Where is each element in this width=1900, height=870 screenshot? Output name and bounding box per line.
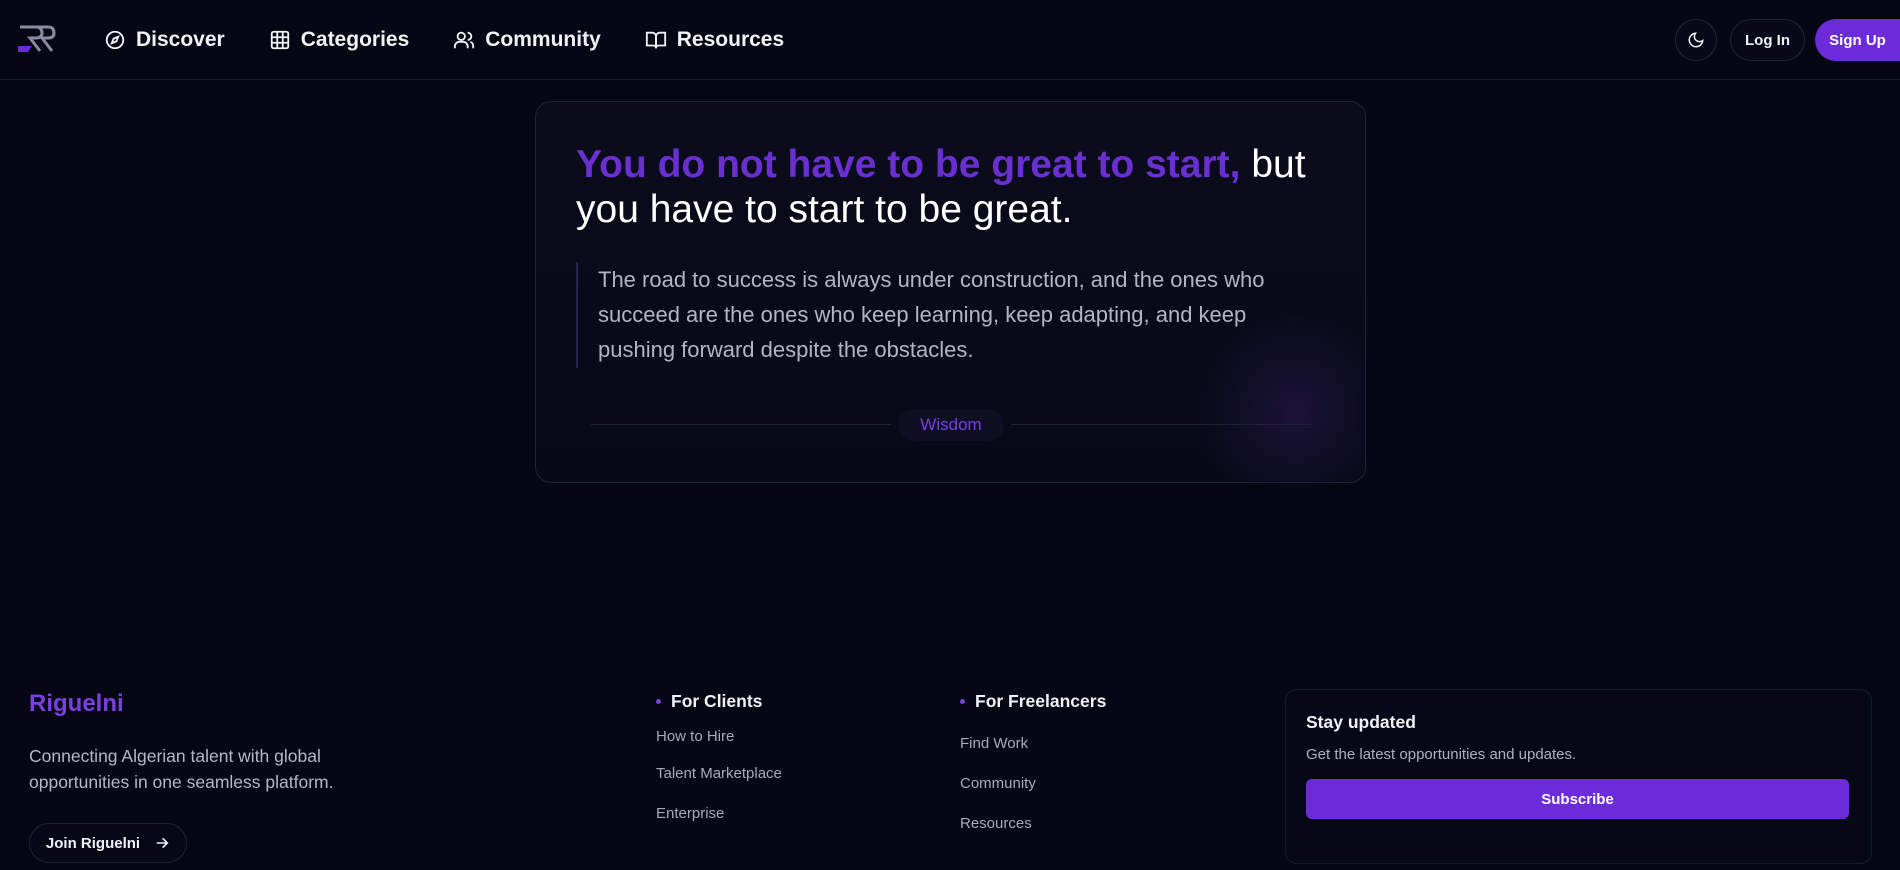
login-button[interactable]: Log In bbox=[1730, 19, 1805, 61]
divider-right bbox=[1011, 424, 1311, 425]
freelancers-title: For Freelancers bbox=[960, 690, 1106, 712]
footer-brand: Riguelni bbox=[29, 690, 124, 717]
nav-resources[interactable]: Resources bbox=[645, 22, 784, 58]
link-how-to-hire[interactable]: How to Hire bbox=[656, 728, 734, 745]
newsletter-title: Stay updated bbox=[1306, 712, 1416, 732]
nav-discover[interactable]: Discover bbox=[104, 22, 225, 58]
freelancers-title-label: For Freelancers bbox=[975, 690, 1107, 711]
quote-title: You do not have to be great to start, bu… bbox=[576, 142, 1336, 232]
link-find-work[interactable]: Find Work bbox=[960, 735, 1028, 752]
divider-left bbox=[591, 424, 891, 425]
join-button[interactable]: Join Riguelni bbox=[29, 823, 187, 863]
nav-discover-label: Discover bbox=[136, 28, 225, 51]
nav-community-label: Community bbox=[485, 28, 601, 51]
nav-community[interactable]: Community bbox=[453, 22, 601, 58]
newsletter-description: Get the latest opportunities and updates… bbox=[1306, 746, 1577, 763]
newsletter-box: Stay updated Get the latest opportunitie… bbox=[1285, 689, 1872, 864]
bullet-dot bbox=[656, 698, 661, 704]
freelancers-column: For Freelancers Find Work Community Reso… bbox=[960, 690, 1106, 832]
join-button-label: Join Riguelni bbox=[45, 834, 141, 852]
top-navbar: Discover Categories Community Resources … bbox=[0, 0, 1900, 80]
moon-icon bbox=[1688, 32, 1704, 48]
link-talent-marketplace[interactable]: Talent Marketplace bbox=[656, 765, 782, 782]
subscribe-button[interactable]: Subscribe bbox=[1306, 779, 1849, 819]
grid-icon bbox=[270, 30, 289, 50]
users-icon bbox=[454, 31, 475, 49]
nav-categories[interactable]: Categories bbox=[269, 22, 410, 58]
footer-description: Connecting Algerian talent with global o… bbox=[29, 746, 334, 792]
link-enterprise[interactable]: Enterprise bbox=[656, 805, 724, 822]
theme-toggle-button[interactable] bbox=[1675, 19, 1717, 61]
arrow-right-icon bbox=[156, 837, 169, 849]
rr-logo-icon[interactable] bbox=[18, 24, 56, 54]
bullet-dot bbox=[960, 698, 965, 704]
clients-column: For Clients How to Hire Talent Marketpla… bbox=[656, 690, 782, 822]
clients-title: For Clients bbox=[656, 690, 762, 712]
link-resources[interactable]: Resources bbox=[960, 815, 1032, 832]
nav-links: Discover Categories Community Resources bbox=[104, 22, 828, 58]
nav-categories-label: Categories bbox=[300, 28, 410, 51]
clients-title-label: For Clients bbox=[671, 690, 763, 711]
quote-body: The road to success is always under cons… bbox=[576, 262, 1316, 368]
quote-card: You do not have to be great to start, bu… bbox=[535, 101, 1366, 483]
book-open-icon bbox=[645, 31, 666, 49]
quote-highlight: You do not have to be great to start, bbox=[576, 143, 1241, 186]
link-community[interactable]: Community bbox=[960, 775, 1036, 792]
signup-button[interactable]: Sign Up bbox=[1815, 19, 1900, 61]
nav-resources-label: Resources bbox=[676, 28, 785, 51]
compass-icon bbox=[105, 30, 125, 50]
quote-tag: Wisdom bbox=[898, 409, 1004, 441]
